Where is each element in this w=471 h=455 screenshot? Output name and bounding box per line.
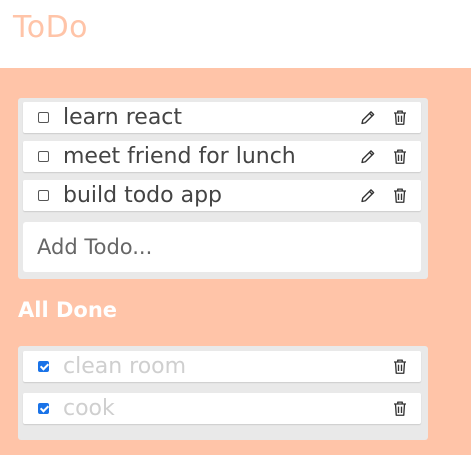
todo-item: learn react [23,102,421,133]
done-item: cook [23,393,421,424]
todo-label: learn react [63,105,183,130]
done-list: clean room cook [18,346,428,440]
pencil-icon[interactable] [359,108,377,127]
trash-icon[interactable] [391,147,409,166]
add-todo-input[interactable] [23,222,421,272]
todo-checkbox[interactable] [38,190,49,201]
todo-item: meet friend for lunch [23,141,421,172]
trash-icon[interactable] [391,357,409,376]
todo-checkbox[interactable] [38,151,49,162]
pencil-icon[interactable] [359,186,377,205]
app-title: ToDo [13,10,89,45]
all-done-heading: All Done [18,298,118,322]
done-checkbox[interactable] [38,361,49,372]
pencil-icon[interactable] [359,147,377,166]
done-checkbox[interactable] [38,403,49,414]
trash-icon[interactable] [391,186,409,205]
trash-icon[interactable] [391,108,409,127]
todo-checkbox[interactable] [38,112,49,123]
todo-label: meet friend for lunch [63,144,296,169]
trash-icon[interactable] [391,399,409,418]
done-item: clean room [23,351,421,382]
todo-label: build todo app [63,183,223,208]
done-label: clean room [63,354,187,379]
todo-list: learn react meet friend for lunch build … [18,98,428,279]
main-area: learn react meet friend for lunch build … [0,68,471,455]
done-label: cook [63,396,115,421]
todo-item: build todo app [23,180,421,211]
app-header: ToDo [0,0,471,68]
